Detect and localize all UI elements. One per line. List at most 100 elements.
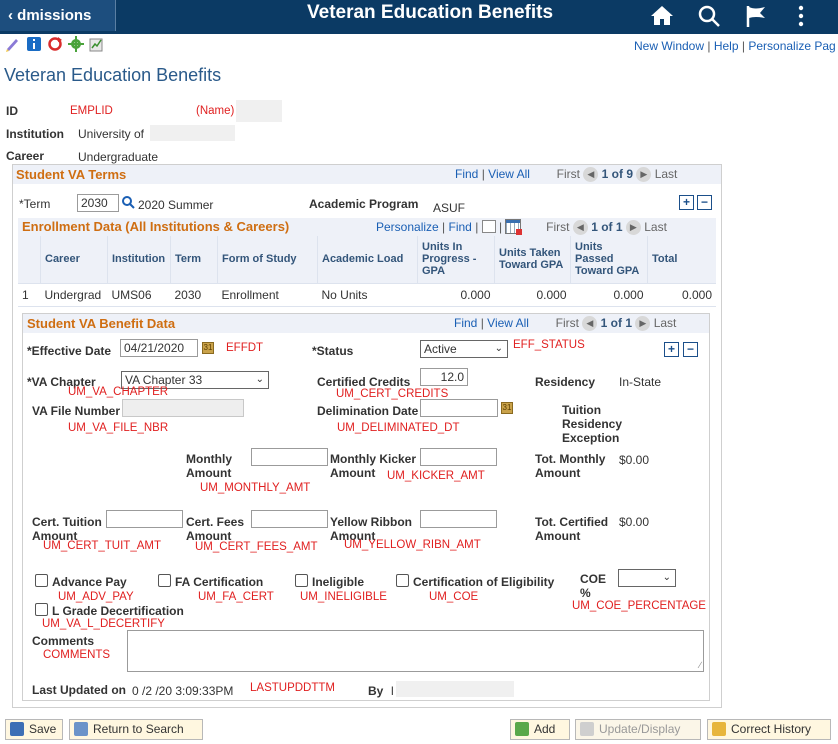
effective-date-input[interactable]: 04/21/2020 [120, 339, 198, 357]
cert-fees-field-name: UM_CERT_FEES_AMT [195, 541, 318, 553]
va-file-number-label: VA File Number [32, 404, 121, 418]
checkbox-icon[interactable] [158, 574, 171, 587]
cert-fees-input[interactable] [251, 510, 328, 528]
col-units-passed[interactable]: Units Passed Toward GPA [570, 236, 648, 283]
checkbox-icon[interactable] [396, 574, 409, 587]
benefit-last[interactable]: Last [654, 316, 677, 330]
benefit-delete-row-icon[interactable]: − [683, 342, 698, 357]
add-button[interactable]: Add [510, 719, 570, 740]
calendar-icon[interactable]: 31 [202, 342, 214, 354]
resize-handle-icon[interactable]: ∕ [699, 660, 701, 670]
benefit-first[interactable]: First [556, 316, 579, 330]
new-window-link[interactable]: New Window [634, 39, 704, 53]
col-units-in-progress[interactable]: Units In Progress - GPA [417, 236, 495, 283]
enrollment-last[interactable]: Last [644, 220, 667, 234]
personalize-page-link[interactable]: Personalize Pag [748, 39, 835, 53]
coe-percent-select[interactable]: ⌄ [618, 569, 676, 587]
report-icon[interactable] [88, 36, 104, 52]
va-terms-last[interactable]: Last [655, 167, 678, 181]
refresh-icon[interactable] [47, 36, 63, 52]
enrollment-personalize-link[interactable]: Personalize [376, 220, 439, 234]
col-total[interactable]: Total [647, 236, 716, 283]
enrollment-prev-arrow-icon[interactable]: ◀ [572, 220, 588, 236]
checkbox-icon[interactable] [295, 574, 308, 587]
update-display-button[interactable]: Update/Display [575, 719, 701, 740]
return-to-search-button[interactable]: Return to Search [69, 719, 203, 740]
checkbox-icon[interactable] [35, 574, 48, 587]
enrollment-find-link[interactable]: Find [449, 220, 472, 234]
help-link[interactable]: Help [714, 39, 739, 53]
advance-pay-checkbox[interactable]: Advance Pay [35, 574, 127, 589]
benefit-view-all-link[interactable]: View All [487, 316, 529, 330]
comments-textarea[interactable]: ∕ [127, 630, 704, 672]
monthly-kicker-input[interactable] [420, 448, 497, 466]
prev-arrow-icon[interactable]: ◀ [583, 167, 599, 183]
comments-label: Comments [32, 634, 95, 648]
save-button[interactable]: Save [5, 719, 64, 740]
download-excel-icon[interactable] [505, 219, 523, 235]
name-value: (Name) [196, 105, 235, 117]
ineligible-checkbox[interactable]: Ineligible [295, 574, 364, 589]
page-title: Veteran Education Benefits [4, 65, 222, 85]
home-icon[interactable] [650, 4, 674, 29]
col-units-taken[interactable]: Units Taken Toward GPA [494, 236, 571, 283]
cell-career: Undergrad [44, 287, 102, 302]
chevron-left-icon: ‹ [8, 7, 13, 24]
col-institution[interactable]: Institution [107, 236, 171, 283]
col-career[interactable]: Career [40, 236, 108, 283]
residency-value: In-State [619, 375, 662, 389]
enrollment-nav: Personalize | Find | | First ◀ 1 of 1 ▶ … [376, 219, 667, 236]
benefit-find-link[interactable]: Find [454, 316, 477, 330]
va-terms-first[interactable]: First [557, 167, 580, 181]
col-term[interactable]: Term [170, 236, 218, 283]
enrollment-table: Career Institution Term Form of Study Ac… [18, 236, 716, 307]
enrollment-first[interactable]: First [546, 220, 569, 234]
yellow-ribbon-input[interactable] [420, 510, 497, 528]
benefit-prev-arrow-icon[interactable]: ◀ [582, 316, 598, 332]
col-academic-load[interactable]: Academic Load [317, 236, 418, 283]
status-select[interactable]: Active ⌄ [420, 340, 508, 358]
more-vertical-icon[interactable] [796, 4, 806, 31]
fa-cert-field-name: UM_FA_CERT [198, 591, 274, 603]
va-terms-header: Student VA Terms Find | View All First ◀… [13, 165, 721, 184]
info-icon[interactable] [26, 36, 42, 52]
flag-icon[interactable] [745, 4, 769, 31]
term-input[interactable]: 2030 [77, 194, 119, 212]
cell-units-in-progress: 0.000 [460, 287, 491, 302]
cert-tuition-input[interactable] [106, 510, 183, 528]
enrollment-header: Enrollment Data (All Institutions & Care… [18, 218, 716, 236]
back-button[interactable]: ‹ dmissions [0, 0, 116, 31]
add-row-icon[interactable]: + [679, 195, 694, 210]
cert-eligibility-checkbox[interactable]: Certification of Eligibility [396, 574, 554, 589]
va-terms-title: Student VA Terms [16, 167, 127, 182]
chevron-down-icon: ⌄ [662, 572, 671, 583]
va-terms-view-all-link[interactable]: View All [488, 167, 530, 181]
va-file-number-input[interactable] [122, 399, 244, 417]
term-lookup-icon[interactable] [121, 195, 135, 212]
spellcheck-icon[interactable] [4, 36, 20, 52]
col-form-of-study[interactable]: Form of Study [217, 236, 318, 283]
total-certified-label: Tot. Certified Amount [535, 515, 609, 543]
l-grade-decertification-checkbox[interactable]: L Grade Decertification [35, 603, 184, 618]
delimination-date-input[interactable] [420, 399, 498, 417]
delimination-calendar-icon[interactable]: 31 [501, 402, 513, 414]
va-terms-find-link[interactable]: Find [455, 167, 478, 181]
fa-certification-checkbox[interactable]: FA Certification [158, 574, 263, 589]
search-icon[interactable] [697, 4, 721, 31]
monthly-amount-input[interactable] [251, 448, 328, 466]
settings-icon[interactable] [68, 36, 84, 52]
career-value: Undergraduate [78, 150, 159, 164]
va-terms-count: 1 of 9 [601, 167, 634, 181]
correct-history-button[interactable]: Correct History [707, 719, 831, 740]
checkbox-icon[interactable] [35, 603, 48, 616]
benefit-add-row-icon[interactable]: + [664, 342, 679, 357]
certified-credits-input[interactable]: 12.0 [420, 368, 468, 386]
zoom-grid-icon[interactable] [481, 220, 496, 233]
cell-total: 0.000 [681, 287, 712, 302]
benefit-next-arrow-icon[interactable]: ▶ [635, 316, 651, 332]
delete-row-icon[interactable]: − [697, 195, 712, 210]
next-arrow-icon[interactable]: ▶ [636, 167, 652, 183]
enrollment-next-arrow-icon[interactable]: ▶ [625, 220, 641, 236]
cert-tuition-label: Cert. Tuition Amount [32, 515, 102, 543]
correct-label: Correct History [731, 722, 812, 736]
